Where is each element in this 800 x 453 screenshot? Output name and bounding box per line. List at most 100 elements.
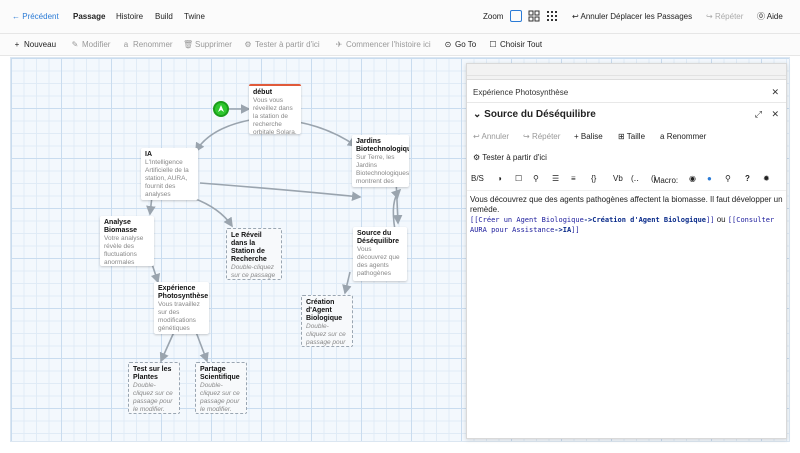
close-icon[interactable]: ✕	[771, 109, 779, 120]
list-icon[interactable]: ☰	[552, 174, 559, 183]
edit-button[interactable]: ✎ Modifier	[70, 39, 111, 51]
undo-icon: ↩	[572, 12, 579, 21]
passage-excerpt: Double-cliquez sur ce passage pour le mo…	[200, 382, 240, 413]
passage-excerpt: Sur Terre, les Jardins Biotechnologiques…	[356, 154, 409, 185]
test-label: Tester à partir d'ici	[255, 40, 320, 49]
dialog-rename-button[interactable]: a Renommer	[660, 132, 706, 141]
passage-title: Source du Déséquilibre	[357, 230, 400, 245]
tab-passage[interactable]: Passage	[73, 11, 105, 23]
dialog-title-text: Source du Déséquilibre	[484, 109, 596, 120]
passage-card-debut[interactable]: début Vous vous réveillez dans la statio…	[249, 84, 301, 134]
top-nav: ← Précédent Passage Histoire Build Twine…	[0, 0, 800, 34]
new-button[interactable]: + Nouveau	[12, 39, 56, 51]
help-icon[interactable]: ?	[745, 174, 750, 183]
zoom-large-icon[interactable]	[510, 10, 522, 22]
zoom-medium-icon[interactable]	[528, 10, 540, 22]
select-all-label: Choisir Tout	[500, 40, 543, 49]
size-icon: ⊞	[618, 132, 625, 141]
size-label: Taille	[626, 132, 646, 141]
start-story-label: Commencer l'histoire ici	[346, 40, 431, 49]
rename-label: Renommer	[133, 40, 173, 49]
link2-target: IA	[562, 226, 572, 234]
link-icon[interactable]: ⚲	[533, 174, 539, 183]
redo-label: Répéter	[714, 12, 744, 21]
dialog-redo-button[interactable]: ↪ Répéter	[523, 132, 560, 141]
passage-title: Création d'Agent Biologique	[306, 299, 343, 322]
passage-card-experience[interactable]: Expérience Photosynthèse Vous travaillez…	[154, 282, 209, 334]
expand-icon[interactable]: ⤢	[755, 109, 762, 120]
bold-strike-button[interactable]: B/S	[471, 174, 484, 183]
passage-title: début	[253, 89, 273, 96]
go-to-label: Go To	[455, 40, 477, 49]
dialog-redo-label: Répéter	[531, 132, 561, 141]
passage-card-ia[interactable]: IA L'Intelligence Artificielle de la sta…	[141, 148, 198, 200]
braces-button[interactable]: {}	[591, 174, 596, 183]
passage-title: Analyse Biomasse	[104, 219, 138, 234]
passage-toolbar: + Nouveau ✎ Modifier a Renommer 🗑 Supprimer …	[0, 34, 800, 56]
undo-label: Annuler Déplacer les Passages	[580, 12, 693, 21]
go-to-button[interactable]: ⊙ Go To	[443, 39, 477, 51]
undo-button[interactable]: ↩ Annuler Déplacer les Passages	[572, 11, 692, 23]
redo-icon: ↪	[706, 12, 713, 21]
collapsed-dialog-title: Expérience Photosynthèse	[473, 88, 569, 97]
passage-body-text: Vous découvrez que des agents pathogènes…	[470, 195, 783, 214]
redo-button[interactable]: ↪ Répéter	[706, 11, 743, 23]
help-button[interactable]: ⓪ Aide	[757, 11, 783, 23]
collapsed-dialog-header[interactable]: Expérience Photosynthèse ✕	[467, 81, 786, 103]
delete-button[interactable]: 🗑 Supprimer	[183, 39, 232, 51]
tab-histoire[interactable]: Histoire	[116, 11, 143, 23]
align-icon[interactable]: ≡	[571, 174, 576, 183]
start-rocket-icon	[213, 101, 229, 117]
comment-icon[interactable]: ●	[707, 174, 712, 183]
help-label: Aide	[766, 12, 783, 21]
redo-icon: ↪	[523, 132, 530, 141]
select-all-button[interactable]: ☐ Choisir Tout	[488, 39, 542, 51]
passage-card-partage[interactable]: Partage Scientifique Double-cliquez sur …	[195, 362, 247, 414]
tag-button[interactable]: + Balise	[574, 132, 603, 141]
eye-icon[interactable]: ◉	[689, 174, 696, 183]
passage-excerpt: Vous vous réveillez dans la station de r…	[253, 97, 297, 134]
gear-icon[interactable]: ✹	[763, 174, 770, 183]
checkbox-icon: ☐	[489, 40, 497, 49]
passage-card-jardins[interactable]: Jardins Biotechnologiques Sur Terre, les…	[352, 135, 409, 187]
macro-button[interactable]: (Macro:)	[651, 174, 678, 185]
passage-card-test-plantes[interactable]: Test sur les Plantes Double-cliquez sur …	[128, 362, 180, 414]
rocket-icon: ✈	[335, 40, 343, 49]
new-label: Nouveau	[24, 40, 57, 49]
size-button[interactable]: ⊞ Taille	[618, 132, 645, 141]
passage-card-reveil[interactable]: Le Réveil dans la Station de Recherche D…	[226, 228, 282, 280]
passage-excerpt: Double-cliquez sur ce passage pour le	[231, 264, 276, 279]
rename-button[interactable]: a Renommer	[121, 39, 173, 51]
passage-excerpt: L'Intelligence Artificielle de la statio…	[145, 159, 189, 198]
tab-twine[interactable]: Twine	[184, 11, 205, 23]
dialog-rename-label: Renommer	[666, 132, 707, 141]
hook-icon[interactable]: (‥	[631, 174, 639, 183]
back-button[interactable]: ← Précédent	[12, 11, 59, 23]
tab-build[interactable]: Build	[155, 11, 173, 23]
passage-title: Test sur les Plantes	[133, 366, 172, 381]
close-icon[interactable]: ✕	[771, 87, 779, 98]
dialog-undo-button[interactable]: ↩ Annuler	[473, 132, 509, 141]
link2-close: ]]	[571, 226, 580, 234]
passage-card-creation[interactable]: Création d'Agent Biologique Double-cliqu…	[301, 295, 353, 347]
passage-excerpt: Vous travaillez sur des modifications gé…	[158, 301, 200, 332]
variable-button[interactable]: Vb	[613, 174, 623, 183]
rename-icon: a	[123, 40, 129, 49]
test-from-here-button[interactable]: ⚙ Tester à partir d'ici	[243, 39, 320, 51]
passage-card-source[interactable]: Source du Déséquilibre Vous découvrez qu…	[353, 227, 407, 281]
passage-text-editor[interactable]: Vous découvrez que des agents pathogènes…	[467, 190, 786, 376]
zoom-label: Zoom	[483, 12, 504, 21]
passage-title: Jardins Biotechnologiques	[356, 138, 409, 153]
link2-arrow: ->	[554, 226, 563, 234]
search-icon[interactable]: ⚲	[725, 174, 731, 183]
box-icon[interactable]: ☐	[515, 174, 522, 183]
passage-card-analyse[interactable]: Analyse Biomasse Votre analyse révèle de…	[100, 216, 154, 266]
color-icon[interactable]: ◑	[497, 174, 502, 183]
trash-icon: 🗑	[183, 40, 194, 49]
dialog-title[interactable]: ⌄ Source du Déséquilibre	[473, 109, 596, 120]
dialog-test-button[interactable]: ⚙ Tester à partir d'ici	[473, 153, 547, 162]
zoom-small-icon[interactable]	[546, 10, 558, 22]
start-story-button[interactable]: ✈ Commencer l'histoire ici	[334, 39, 431, 51]
back-label: Précédent	[22, 12, 59, 21]
dialog-test-label: Tester à partir d'ici	[482, 153, 547, 162]
